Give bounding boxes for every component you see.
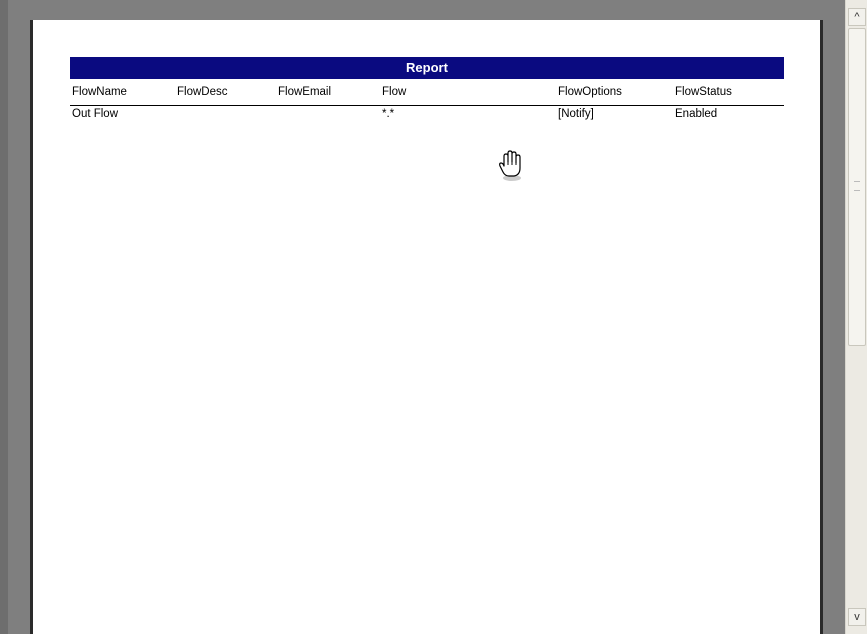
column-header-flowoptions: FlowOptions — [558, 86, 622, 98]
scrollbar-thumb[interactable] — [848, 28, 866, 346]
column-header-flowemail: FlowEmail — [278, 86, 332, 98]
chevron-down-icon[interactable]: v — [848, 608, 866, 626]
page-edge-right — [820, 20, 823, 634]
cell-flowname: Out Flow — [72, 108, 119, 120]
left-gutter — [0, 0, 8, 634]
table-header-row: FlowName FlowDesc FlowEmail Flow FlowOpt… — [70, 84, 784, 106]
column-header-flowstatus: FlowStatus — [675, 86, 732, 98]
column-header-flowdesc: FlowDesc — [177, 86, 228, 98]
cell-flowoptions: [Notify] — [558, 108, 594, 120]
report-page: Report FlowName FlowDesc FlowEmail Flow … — [33, 20, 820, 634]
vertical-scrollbar[interactable]: ^ v — [845, 0, 867, 634]
chevron-up-icon[interactable]: ^ — [848, 8, 866, 26]
scroll-down-glyph: v — [854, 611, 860, 623]
report-title-banner: Report — [70, 57, 784, 79]
hand-cursor-icon — [495, 150, 525, 184]
cell-flow: *.* — [382, 108, 395, 120]
cell-flowstatus: Enabled — [675, 108, 718, 120]
report-table: FlowName FlowDesc FlowEmail Flow FlowOpt… — [70, 84, 784, 124]
thumb-grip — [854, 181, 860, 191]
report-viewer[interactable]: Report FlowName FlowDesc FlowEmail Flow … — [0, 0, 845, 634]
column-header-flowname: FlowName — [72, 86, 127, 98]
table-row: Out Flow *.* [Notify] Enabled — [70, 106, 784, 124]
column-header-flow: Flow — [382, 86, 407, 98]
scroll-up-glyph: ^ — [854, 11, 860, 23]
